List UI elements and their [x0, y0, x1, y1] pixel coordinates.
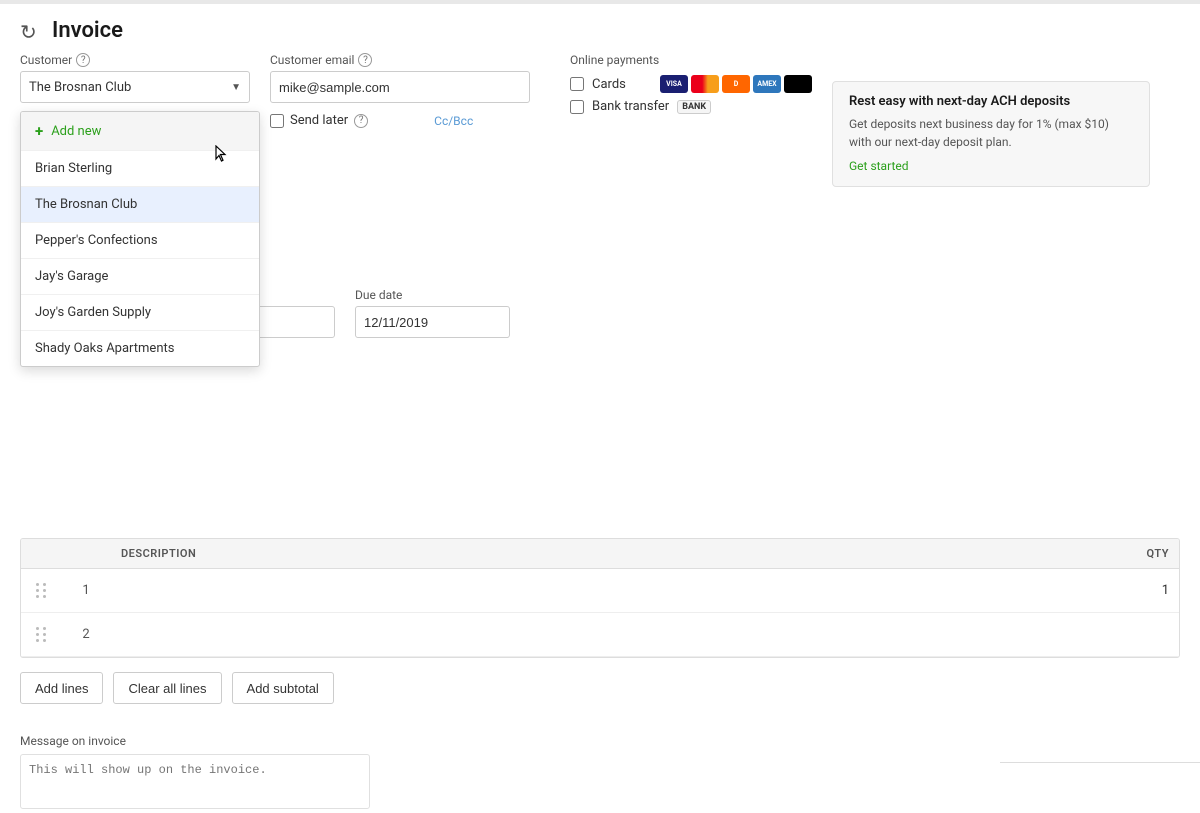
clear-all-lines-button[interactable]: Clear all lines: [113, 672, 221, 704]
customer-email-input[interactable]: [270, 71, 530, 103]
ach-title: Rest easy with next-day ACH deposits: [849, 94, 1133, 109]
ach-get-started-link[interactable]: Get started: [849, 159, 909, 173]
invoice-page: ↻ Invoice Customer ? The Brosnan Club ▼ …: [0, 0, 1200, 813]
refresh-icon: ↻: [20, 20, 42, 42]
payment-options: Cards VISA D AMEX Bank transfer BANK: [570, 75, 812, 120]
bank-transfer-checkbox[interactable]: [570, 100, 584, 114]
row1-drag-handle[interactable]: [21, 583, 61, 598]
plus-icon: +: [35, 122, 43, 140]
cards-checkbox[interactable]: [570, 77, 584, 91]
send-later-checkbox[interactable]: [270, 114, 284, 128]
mastercard-icon: [691, 75, 719, 93]
dropdown-add-new[interactable]: + Add new: [21, 112, 259, 150]
message-section: Message on invoice: [20, 734, 1180, 813]
main-content: Customer ? The Brosnan Club ▼ Customer e…: [0, 53, 1200, 813]
due-date-label: Due date: [355, 288, 510, 302]
dropdown-item-peppers-confections[interactable]: Pepper's Confections: [21, 222, 259, 258]
dropdown-item-the-brosnan-club[interactable]: The Brosnan Club: [21, 186, 259, 222]
drag-dots-icon: [36, 627, 47, 642]
customer-select[interactable]: The Brosnan Club ▼: [20, 71, 250, 103]
card-icons: VISA D AMEX: [660, 75, 812, 93]
amex-icon: AMEX: [753, 75, 781, 93]
dropdown-item-shady-oaks[interactable]: Shady Oaks Apartments: [21, 330, 259, 366]
add-subtotal-button[interactable]: Add subtotal: [232, 672, 334, 704]
dropdown-item-jays-garage[interactable]: Jay's Garage: [21, 258, 259, 294]
send-later-row: Send later ? Cc/Bcc: [270, 113, 530, 128]
customer-dropdown: + Add new Brian Sterling The Brosnan Clu…: [20, 111, 260, 367]
discover-icon: D: [722, 75, 750, 93]
online-payments-label: Online payments: [570, 53, 1150, 67]
online-payments-section: Online payments Cards VISA D AMEX: [570, 53, 1150, 187]
drag-dots-icon: [36, 583, 47, 598]
table-row: 2: [21, 613, 1179, 657]
th-description: DESCRIPTION: [111, 547, 1099, 560]
table-header-row: DESCRIPTION QTY: [21, 539, 1179, 569]
email-help-icon[interactable]: ?: [358, 53, 372, 67]
th-qty: QTY: [1099, 547, 1179, 560]
add-lines-button[interactable]: Add lines: [20, 672, 103, 704]
apple-pay-icon: [784, 75, 812, 93]
th-drag: [21, 547, 61, 560]
dropdown-item-brian-sterling[interactable]: Brian Sterling: [21, 150, 259, 186]
cards-label: Cards: [592, 77, 652, 92]
visa-icon: VISA: [660, 75, 688, 93]
bank-transfer-payment-option: Bank transfer BANK: [570, 99, 812, 114]
customer-select-value: The Brosnan Club: [29, 80, 131, 95]
customer-label: Customer ?: [20, 53, 250, 67]
dropdown-item-joys-garden[interactable]: Joy's Garden Supply: [21, 294, 259, 330]
row1-qty[interactable]: 1: [1099, 583, 1179, 598]
send-later-help-icon[interactable]: ?: [354, 114, 368, 128]
bottom-actions: Add lines Clear all lines Add subtotal: [20, 658, 1180, 724]
customer-help-icon[interactable]: ?: [76, 53, 90, 67]
th-num: [61, 547, 111, 560]
cards-payment-option: Cards VISA D AMEX: [570, 75, 812, 93]
row2-number: 2: [61, 627, 111, 642]
due-date-input[interactable]: [355, 306, 510, 338]
bottom-divider: [1000, 762, 1200, 763]
bank-badge: BANK: [677, 100, 711, 114]
customer-field-group: Customer ? The Brosnan Club ▼: [20, 53, 250, 103]
cc-bcc-link[interactable]: Cc/Bcc: [434, 114, 473, 128]
due-date-field-group: Due date: [355, 288, 510, 338]
table-row: 1 1: [21, 569, 1179, 613]
customer-email-field-group: Customer email ? Send later ? Cc/Bcc: [270, 53, 530, 128]
line-items-table: DESCRIPTION QTY 1 1: [20, 538, 1180, 658]
page-title: Invoice: [52, 18, 123, 43]
page-header: ↻ Invoice: [0, 4, 1200, 53]
message-textarea[interactable]: [20, 754, 370, 809]
send-later-label: Send later: [290, 113, 348, 128]
add-new-label: Add new: [51, 124, 101, 139]
row1-number: 1: [61, 583, 111, 598]
row2-drag-handle[interactable]: [21, 627, 61, 642]
message-label: Message on invoice: [20, 734, 1180, 748]
bank-transfer-label: Bank transfer: [592, 99, 669, 114]
ach-promo-box: Rest easy with next-day ACH deposits Get…: [832, 81, 1150, 187]
customer-email-label: Customer email ?: [270, 53, 530, 67]
chevron-down-icon: ▼: [231, 82, 241, 93]
ach-description: Get deposits next business day for 1% (m…: [849, 115, 1133, 151]
